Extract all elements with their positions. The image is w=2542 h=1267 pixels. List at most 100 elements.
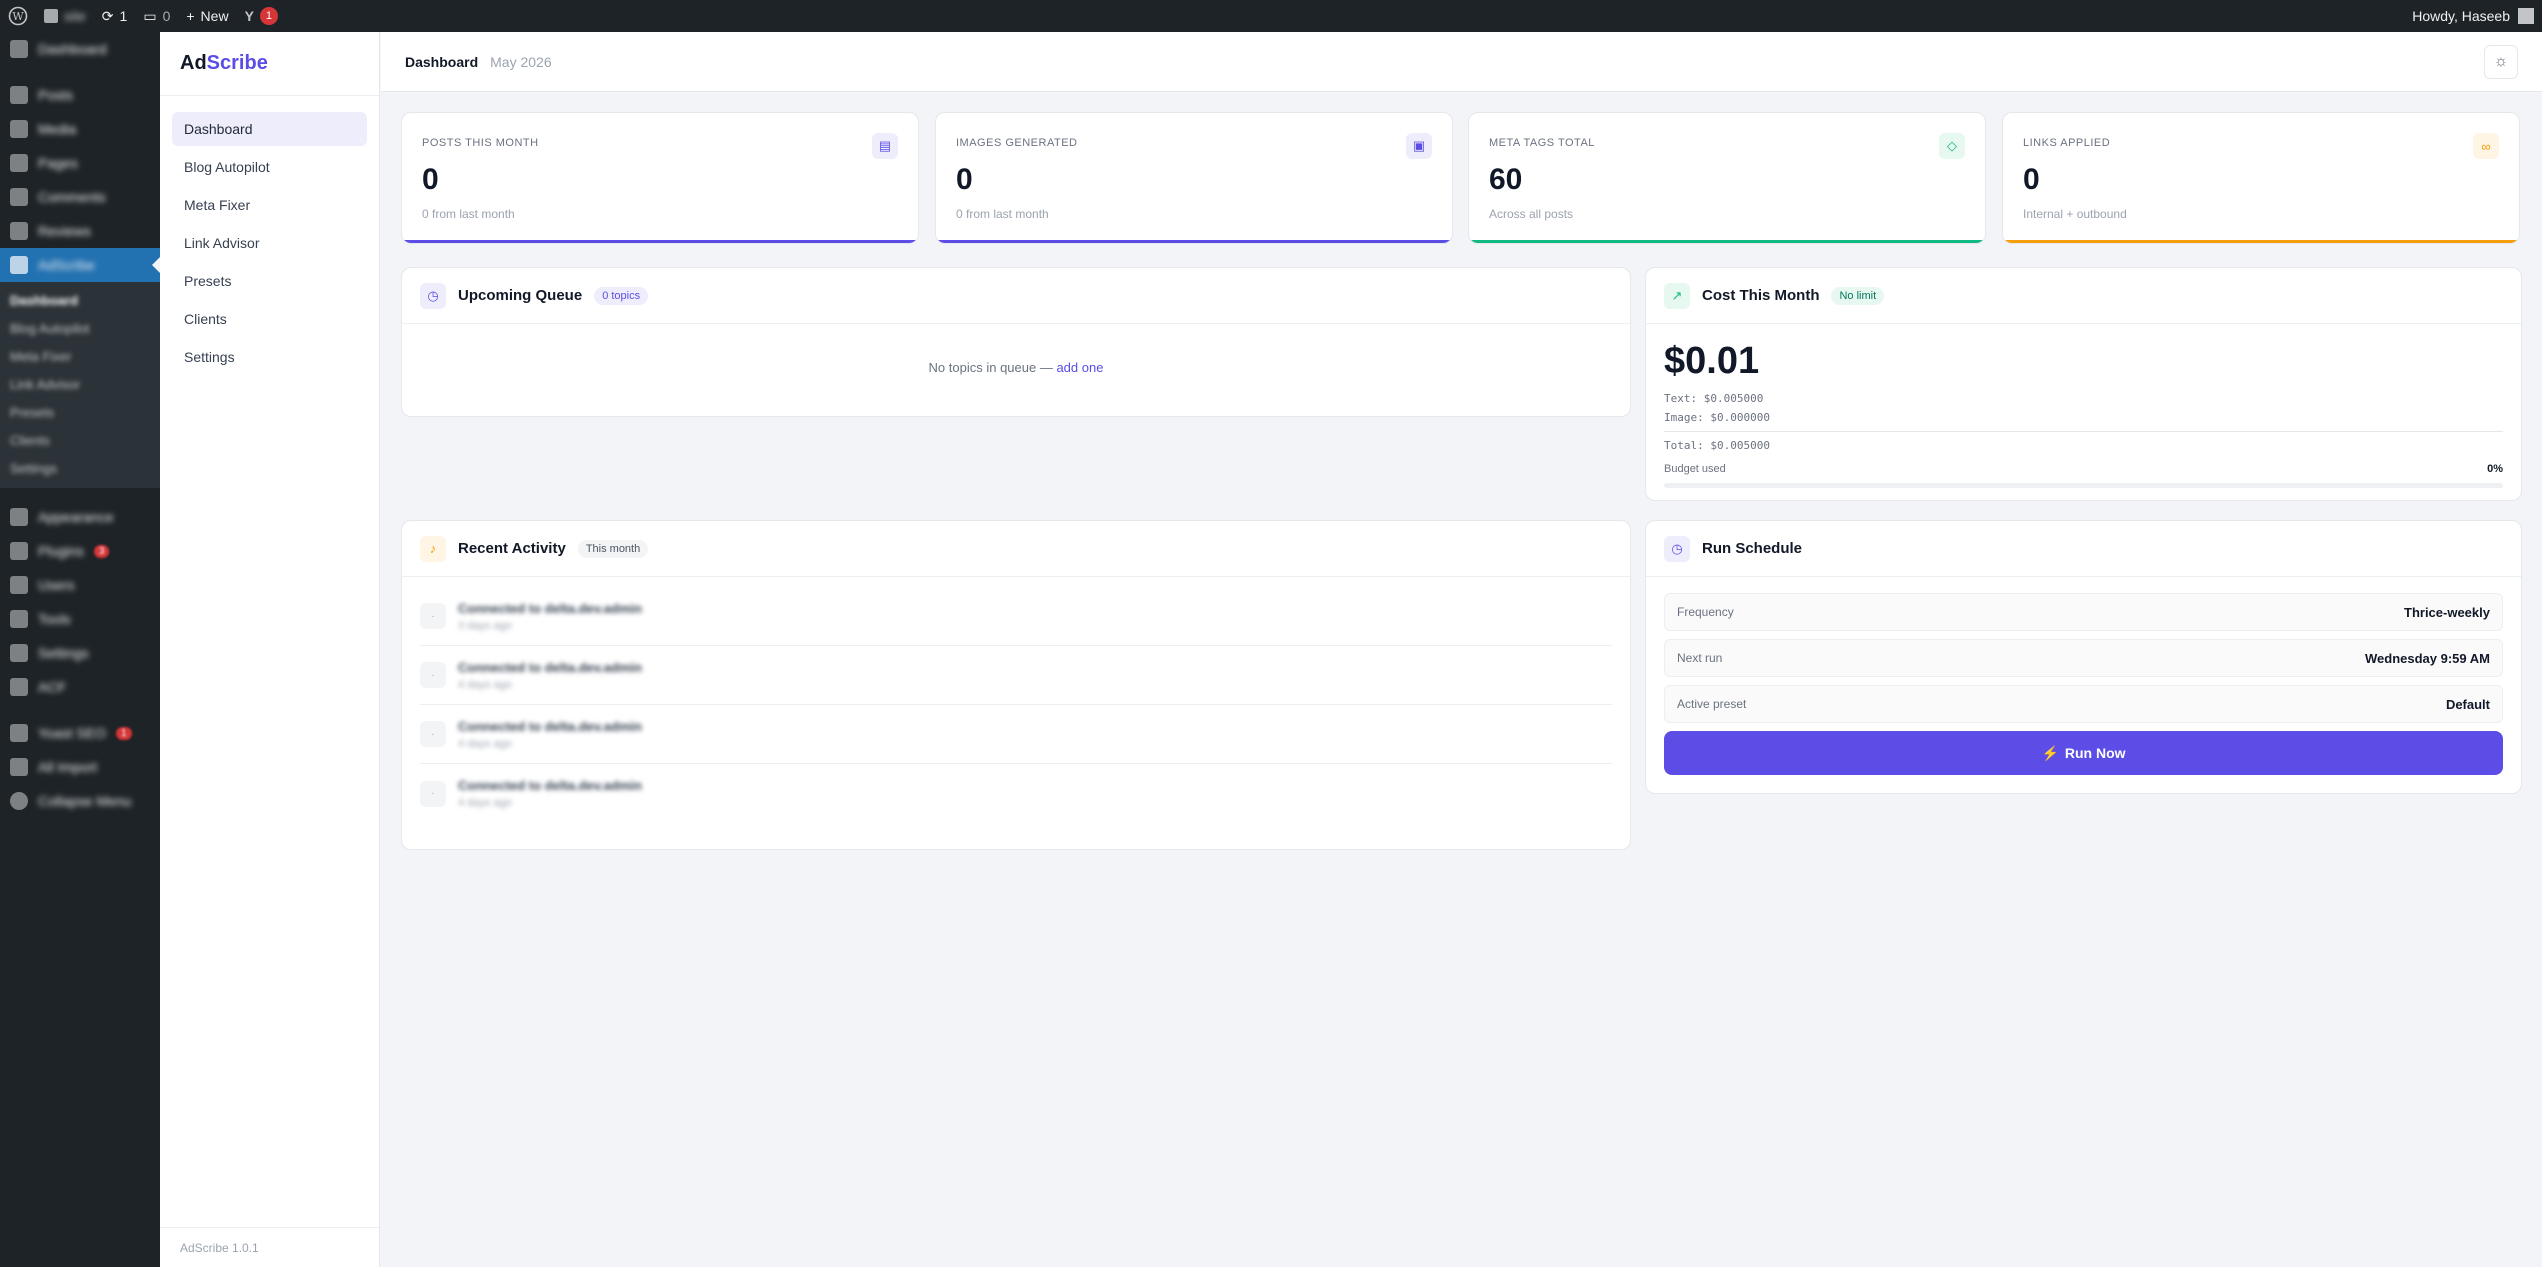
wp-menu-plugins[interactable]: Plugins 3 <box>0 534 160 568</box>
nav-dashboard[interactable]: Dashboard <box>172 112 367 146</box>
image-icon: ▣ <box>1406 133 1432 159</box>
yoast-menu[interactable]: Y 1 <box>237 0 286 32</box>
schedule-label: Active preset <box>1677 697 1747 711</box>
wp-menu-settings[interactable]: Settings <box>0 636 160 670</box>
wp-menu-pages[interactable]: Pages <box>0 146 160 180</box>
updates-link[interactable]: ⟳ 1 <box>94 0 136 32</box>
main-content: Dashboard May 2026 ☼ POSTS THIS MONTH 0 … <box>381 32 2542 1267</box>
wp-menu-adscribe[interactable]: AdScribe <box>0 248 160 282</box>
stat-label: IMAGES GENERATED <box>956 137 1078 149</box>
current-month: May 2026 <box>490 53 552 70</box>
wp-submenu-item[interactable]: Presets <box>0 398 160 426</box>
nav-link-advisor[interactable]: Link Advisor <box>172 226 367 260</box>
panel-header: ◷ Upcoming Queue 0 topics <box>402 268 1630 324</box>
wp-menu-yoast[interactable]: Yoast SEO 1 <box>0 716 160 750</box>
brand-suffix: Scribe <box>206 52 268 74</box>
schedule-value: Thrice-weekly <box>2404 604 2490 620</box>
wordpress-logo-icon[interactable]: W <box>0 0 36 32</box>
plus-icon: + <box>186 8 195 24</box>
stat-value: 60 <box>1489 163 1523 196</box>
schedule-label: Frequency <box>1677 605 1734 619</box>
stat-subtext: Internal + outbound <box>2023 207 2127 221</box>
stat-card-meta-tags: META TAGS TOTAL 60 Across all posts ◇ <box>1468 112 1986 244</box>
list-item: · Connected to delta.dev.admin 4 days ago <box>420 705 1612 764</box>
wp-menu-users[interactable]: Users <box>0 568 160 602</box>
list-item: · Connected to delta.dev.admin 3 days ago <box>420 587 1612 646</box>
activity-icon: · <box>420 721 446 747</box>
nav-blog-autopilot[interactable]: Blog Autopilot <box>172 150 367 184</box>
user-icon <box>10 576 28 594</box>
wp-submenu-item[interactable]: Settings <box>0 454 160 482</box>
wp-submenu-item[interactable]: Blog Autopilot <box>0 314 160 342</box>
wp-menu-posts[interactable]: Posts <box>0 78 160 112</box>
trending-up-icon: ↗ <box>1664 282 1690 309</box>
panel-title: Cost This Month <box>1702 287 1820 304</box>
nav-meta-fixer[interactable]: Meta Fixer <box>172 188 367 222</box>
wp-submenu-item[interactable]: Dashboard <box>0 286 160 314</box>
schedule-row-next-run: Next run Wednesday 9:59 AM <box>1664 639 2503 677</box>
budget-label: Budget used <box>1664 463 1726 475</box>
nav-settings[interactable]: Settings <box>172 340 367 374</box>
pin-icon <box>10 86 28 104</box>
stat-label: META TAGS TOTAL <box>1489 137 1595 149</box>
wp-admin-menu: Dashboard Posts Media Pages Comments Rev… <box>0 32 160 1267</box>
wp-menu-tools[interactable]: Tools <box>0 602 160 636</box>
lightning-icon: ⚡ <box>2041 744 2059 761</box>
list-item: · Connected to delta.dev.admin 4 days ago <box>420 764 1612 823</box>
activity-list: · Connected to delta.dev.admin 3 days ago… <box>402 577 1630 833</box>
wp-menu-appearance[interactable]: Appearance <box>0 500 160 534</box>
page-title: Dashboard <box>405 53 479 70</box>
plugins-update-badge: 3 <box>93 544 110 558</box>
site-name-link[interactable]: site <box>36 0 94 32</box>
wp-menu-comments[interactable]: Comments <box>0 180 160 214</box>
nav-clients[interactable]: Clients <box>172 302 367 336</box>
wp-menu-media[interactable]: Media <box>0 112 160 146</box>
sun-icon: ☼ <box>2493 52 2509 70</box>
stat-accent-bar <box>402 240 918 243</box>
limit-badge: No limit <box>1831 286 1885 305</box>
image-cost-line: Image: $0.000000 <box>1664 411 1770 424</box>
clock-icon: ◷ <box>1664 535 1690 562</box>
nav-presets[interactable]: Presets <box>172 264 367 298</box>
new-content-link[interactable]: + New <box>178 0 236 32</box>
list-item: · Connected to delta.dev.admin 4 days ago <box>420 646 1612 705</box>
stat-accent-bar <box>2003 240 2519 243</box>
cost-total-value: $0.01 <box>1664 340 1760 382</box>
wp-menu-collapse[interactable]: Collapse Menu <box>0 784 160 818</box>
recent-activity-panel: ♪ Recent Activity This month · Connected… <box>401 520 1631 850</box>
stat-subtext: 0 from last month <box>422 207 515 221</box>
stat-accent-bar <box>936 240 1452 243</box>
pen-icon <box>10 256 28 274</box>
new-label: New <box>200 8 229 24</box>
wp-menu-reviews[interactable]: Reviews <box>0 214 160 248</box>
queue-empty-state: No topics in queue — add one <box>402 360 1630 375</box>
grid-icon <box>10 678 28 696</box>
wp-menu-acf[interactable]: ACF <box>0 670 160 704</box>
wp-menu-all-import[interactable]: All Import <box>0 750 160 784</box>
wp-submenu-item[interactable]: Clients <box>0 426 160 454</box>
run-now-button[interactable]: ⚡ Run Now <box>1664 731 2503 775</box>
brush-icon <box>10 508 28 526</box>
theme-toggle-button[interactable]: ☼ <box>2484 44 2518 79</box>
howdy-user-link[interactable]: Howdy, Haseeb <box>2412 8 2510 24</box>
avatar[interactable] <box>2518 8 2534 24</box>
add-topic-link[interactable]: add one <box>1056 360 1103 375</box>
brand-logo[interactable]: Ad Scribe <box>160 32 379 96</box>
period-badge: This month <box>577 539 649 558</box>
wp-menu-dashboard[interactable]: Dashboard <box>0 32 160 66</box>
plugin-nav: Dashboard Blog Autopilot Meta Fixer Link… <box>160 96 379 394</box>
comment-icon <box>10 188 28 206</box>
document-icon: ▤ <box>872 133 898 159</box>
panel-title: Run Schedule <box>1702 540 1803 557</box>
stat-subtext: 0 from last month <box>956 207 1049 221</box>
run-schedule-panel: ◷ Run Schedule Frequency Thrice-weekly N… <box>1645 520 2522 794</box>
comments-link[interactable]: ▭ 0 <box>135 0 178 32</box>
budget-progress-bar <box>1664 483 2503 488</box>
wp-submenu-item[interactable]: Meta Fixer <box>0 342 160 370</box>
text-cost-line: Text: $0.005000 <box>1664 392 1764 405</box>
yoast-icon <box>10 724 28 742</box>
schedule-row-active-preset: Active preset Default <box>1664 685 2503 723</box>
brand-prefix: Ad <box>180 52 207 74</box>
panel-title: Upcoming Queue <box>458 287 583 304</box>
wp-submenu-item[interactable]: Link Advisor <box>0 370 160 398</box>
